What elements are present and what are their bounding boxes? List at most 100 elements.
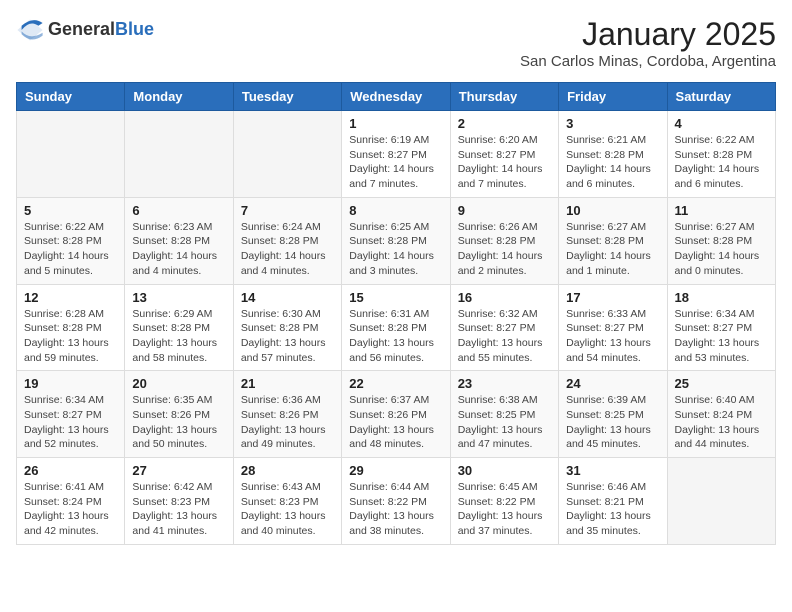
day-number: 15 [349, 290, 442, 305]
day-number: 27 [132, 463, 225, 478]
day-number: 17 [566, 290, 659, 305]
day-info: Sunrise: 6:25 AM [349, 220, 442, 235]
day-info: Sunset: 8:28 PM [675, 234, 768, 249]
day-info: Daylight: 14 hours and 5 minutes. [24, 249, 117, 278]
day-info: Daylight: 13 hours and 57 minutes. [241, 336, 334, 365]
day-info: Daylight: 13 hours and 49 minutes. [241, 423, 334, 452]
day-number: 7 [241, 203, 334, 218]
calendar-cell: 4Sunrise: 6:22 AMSunset: 8:28 PMDaylight… [667, 111, 775, 198]
day-number: 6 [132, 203, 225, 218]
day-info: Sunset: 8:24 PM [24, 495, 117, 510]
calendar-cell: 26 Sunrise: 6:41 AMSunset: 8:24 PMDayligh… [17, 458, 125, 545]
day-number: 9 [458, 203, 551, 218]
calendar-cell: 9Sunrise: 6:26 AMSunset: 8:28 PMDaylight… [450, 197, 558, 284]
calendar-cell: 6Sunrise: 6:23 AMSunset: 8:28 PMDaylight… [125, 197, 233, 284]
day-info: Daylight: 13 hours and 59 minutes. [24, 336, 117, 365]
day-info: Sunset: 8:27 PM [566, 321, 659, 336]
day-info: Daylight: 14 hours and 2 minutes. [458, 249, 551, 278]
weekday-header-friday: Friday [559, 83, 667, 111]
day-number: 18 [675, 290, 768, 305]
day-info: Sunrise: 6:30 AM [241, 307, 334, 322]
day-info: Sunset: 8:26 PM [349, 408, 442, 423]
calendar-cell: 31Sunrise: 6:46 AMSunset: 8:21 PMDayligh… [559, 458, 667, 545]
calendar-cell: 5Sunrise: 6:22 AMSunset: 8:28 PMDaylight… [17, 197, 125, 284]
day-info: Sunset: 8:21 PM [566, 495, 659, 510]
day-number: 29 [349, 463, 442, 478]
day-info: Sunset: 8:25 PM [566, 408, 659, 423]
calendar-cell [233, 111, 341, 198]
day-number: 25 [675, 376, 768, 391]
day-info: Daylight: 13 hours and 54 minutes. [566, 336, 659, 365]
day-info: Sunrise: 6:22 AM [24, 220, 117, 235]
day-info: Sunrise: 6:28 AM [24, 307, 117, 322]
day-number: 24 [566, 376, 659, 391]
day-info: Sunset: 8:25 PM [458, 408, 551, 423]
day-info: Sunset: 8:28 PM [132, 321, 225, 336]
day-info: Sunrise: 6:40 AM [675, 393, 768, 408]
day-info: Sunrise: 6:31 AM [349, 307, 442, 322]
weekday-header-row: SundayMondayTuesdayWednesdayThursdayFrid… [17, 83, 776, 111]
day-info: Sunset: 8:28 PM [24, 321, 117, 336]
day-info: Sunset: 8:28 PM [349, 234, 442, 249]
calendar-cell: 25Sunrise: 6:40 AMSunset: 8:24 PMDayligh… [667, 371, 775, 458]
day-info: Sunrise: 6:34 AM [675, 307, 768, 322]
calendar-cell: 1Sunrise: 6:19 AMSunset: 8:27 PMDaylight… [342, 111, 450, 198]
day-info: Sunset: 8:28 PM [241, 321, 334, 336]
calendar-week-row: 26Sunrise: 6:41 AMSunset: 8:24 PMDayligh… [17, 458, 776, 545]
day-info: Sunrise: 6:41 AM [24, 480, 117, 495]
calendar-cell: 13Sunrise: 6:29 AMSunset: 8:28 PMDayligh… [125, 284, 233, 371]
calendar-cell: 24Sunrise: 6:39 AMSunset: 8:25 PMDayligh… [559, 371, 667, 458]
day-number: 26 [24, 463, 117, 478]
day-info: Daylight: 13 hours and 42 minutes. [24, 509, 117, 538]
day-number: 1 [349, 116, 442, 131]
calendar-cell: 2Sunrise: 6:20 AMSunset: 8:27 PMDaylight… [450, 111, 558, 198]
day-info: Daylight: 13 hours and 40 minutes. [241, 509, 334, 538]
day-info: Daylight: 14 hours and 0 minutes. [675, 249, 768, 278]
day-info: Daylight: 13 hours and 56 minutes. [349, 336, 442, 365]
day-info: Sunrise: 6:46 AM [566, 480, 659, 495]
day-info: Sunset: 8:28 PM [675, 148, 768, 163]
calendar-cell: 22Sunrise: 6:37 AMSunset: 8:26 PMDayligh… [342, 371, 450, 458]
day-number: 21 [241, 376, 334, 391]
day-info: Sunrise: 6:32 AM [458, 307, 551, 322]
day-info: Daylight: 13 hours and 58 minutes. [132, 336, 225, 365]
day-info: Sunset: 8:27 PM [24, 408, 117, 423]
calendar-cell: 17Sunrise: 6:33 AMSunset: 8:27 PMDayligh… [559, 284, 667, 371]
day-info: Sunset: 8:27 PM [458, 148, 551, 163]
day-info: Sunset: 8:27 PM [458, 321, 551, 336]
title-block: January 2025 San Carlos Minas, Cordoba, … [520, 16, 776, 70]
calendar-cell [125, 111, 233, 198]
day-number: 23 [458, 376, 551, 391]
calendar-cell: 29Sunrise: 6:44 AMSunset: 8:22 PMDayligh… [342, 458, 450, 545]
day-number: 3 [566, 116, 659, 131]
day-number: 5 [24, 203, 117, 218]
day-info: Daylight: 13 hours and 50 minutes. [132, 423, 225, 452]
day-info: Daylight: 14 hours and 6 minutes. [675, 162, 768, 191]
day-number: 2 [458, 116, 551, 131]
weekday-header-tuesday: Tuesday [233, 83, 341, 111]
page-header: GeneralBlue January 2025 San Carlos Mina… [16, 16, 776, 70]
day-info: Sunrise: 6:23 AM [132, 220, 225, 235]
day-info: Daylight: 14 hours and 7 minutes. [458, 162, 551, 191]
weekday-header-thursday: Thursday [450, 83, 558, 111]
day-number: 8 [349, 203, 442, 218]
calendar-cell: 10Sunrise: 6:27 AMSunset: 8:28 PMDayligh… [559, 197, 667, 284]
day-info: Sunset: 8:27 PM [675, 321, 768, 336]
day-info: Sunset: 8:23 PM [132, 495, 225, 510]
calendar-cell: 14 Sunrise: 6:30 AMSunset: 8:28 PMDayligh… [233, 284, 341, 371]
day-info: Sunrise: 6:35 AM [132, 393, 225, 408]
day-info: Sunrise: 6:44 AM [349, 480, 442, 495]
calendar-cell: 15Sunrise: 6:31 AMSunset: 8:28 PMDayligh… [342, 284, 450, 371]
day-info: Sunrise: 6:34 AM [24, 393, 117, 408]
calendar-cell: 21Sunrise: 6:36 AMSunset: 8:26 PMDayligh… [233, 371, 341, 458]
day-info: Sunrise: 6:45 AM [458, 480, 551, 495]
day-info: Sunset: 8:27 PM [349, 148, 442, 163]
day-info: Daylight: 13 hours and 44 minutes. [675, 423, 768, 452]
day-info: Sunset: 8:28 PM [241, 234, 334, 249]
day-info: Sunset: 8:23 PM [241, 495, 334, 510]
day-number: 14 [241, 290, 334, 305]
day-number: 12 [24, 290, 117, 305]
day-info: Sunset: 8:22 PM [458, 495, 551, 510]
day-info: Sunset: 8:28 PM [566, 234, 659, 249]
calendar-week-row: 19Sunrise: 6:34 AMSunset: 8:27 PMDayligh… [17, 371, 776, 458]
